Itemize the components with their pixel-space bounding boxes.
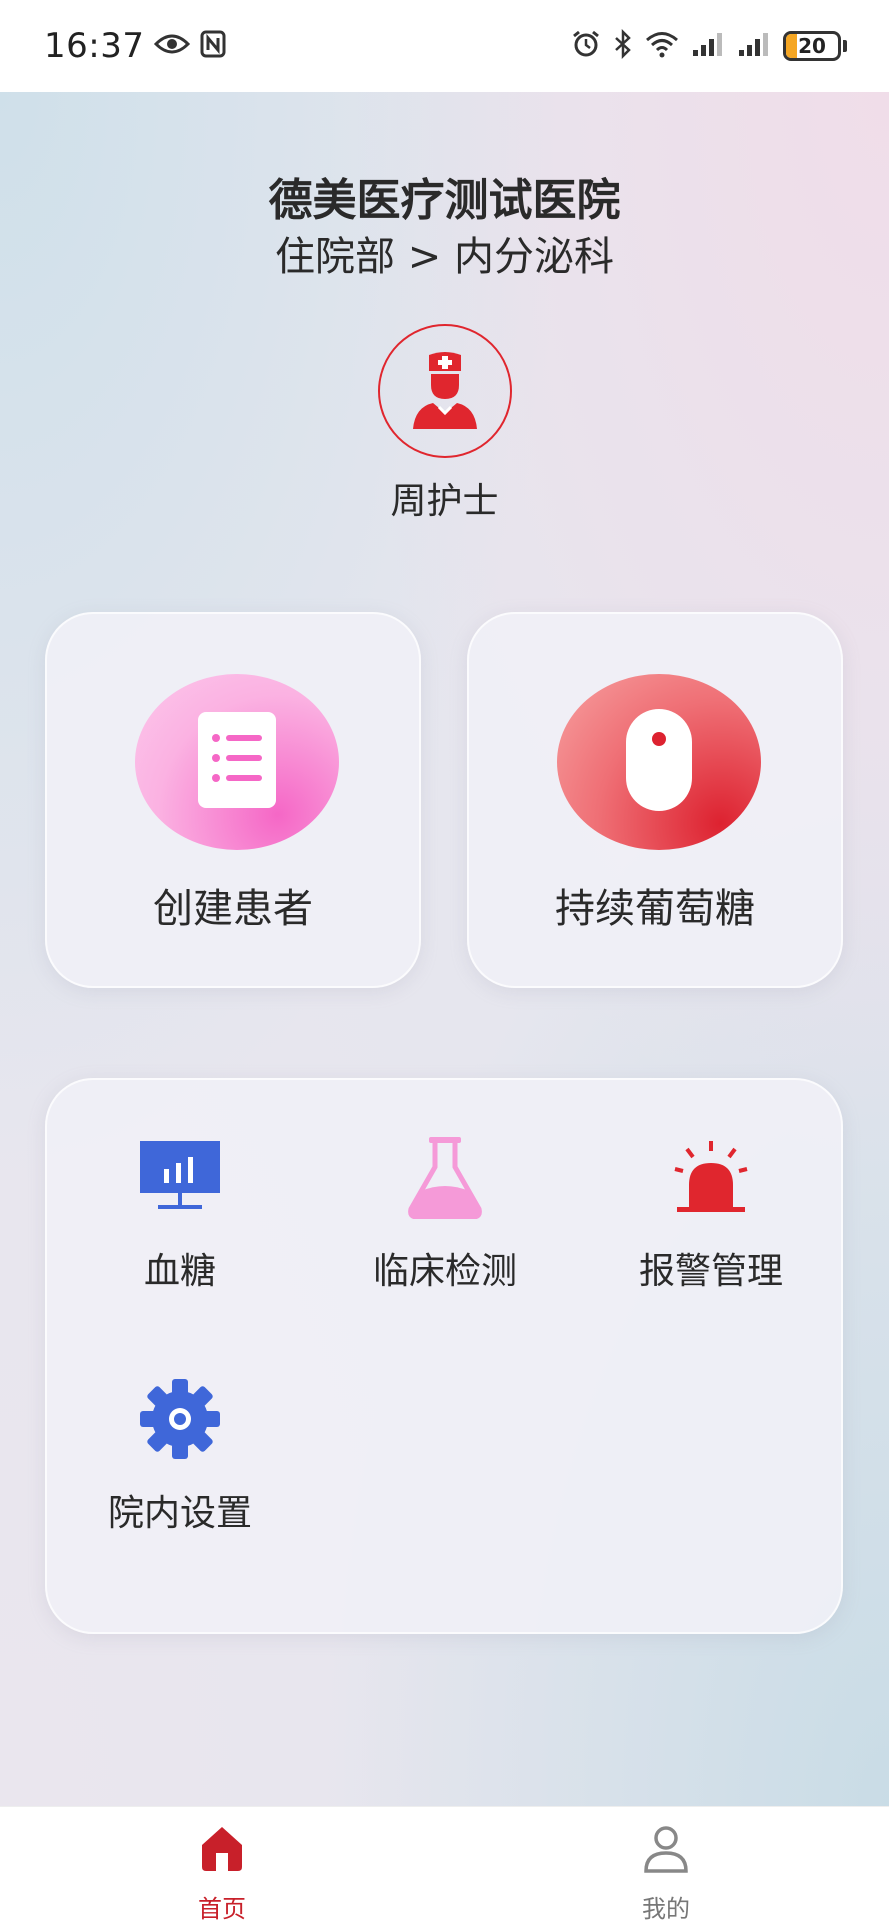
main-content: 德美医疗测试医院 住院部 > 内分泌科 周护士 创建患者 持续葡萄糖 血糖 临床…: [0, 92, 889, 1806]
menu-item-label: 临床检测: [372, 1251, 517, 1292]
avatar[interactable]: [378, 324, 512, 458]
hospital-name: 德美医疗测试医院: [268, 175, 621, 226]
menu-item-hospital-settings[interactable]: 院内设置: [80, 1374, 280, 1554]
status-left: 16:37: [44, 26, 226, 66]
alarm-light-icon: [666, 1132, 756, 1222]
battery-tip: [843, 40, 847, 52]
nurse-name: 周护士: [390, 481, 499, 522]
menu-item-label: 血糖: [143, 1251, 216, 1292]
flask-icon: [400, 1132, 490, 1222]
status-right: 20: [571, 28, 847, 63]
department-path[interactable]: 住院部 > 内分泌科: [0, 224, 889, 282]
function-menu: 血糖 临床检测 报警管理 院内设置: [45, 1078, 843, 1634]
menu-item-blood-glucose[interactable]: 血糖: [80, 1132, 280, 1312]
gear-icon: [135, 1374, 225, 1464]
nav-label-home: 首页: [198, 1895, 246, 1920]
eye-icon: [154, 32, 191, 60]
cgm-sensor-icon: [624, 707, 694, 817]
battery-level: 20: [798, 34, 826, 58]
menu-item-clinical-test[interactable]: 临床检测: [345, 1132, 545, 1312]
patient-list-icon: [196, 710, 278, 814]
signal-icon: [737, 30, 771, 62]
cgm-label: 持续葡萄糖: [555, 886, 755, 932]
nurse-icon: [409, 349, 481, 433]
battery-icon: 20: [783, 31, 841, 61]
create-patient-label: 创建患者: [153, 886, 313, 932]
alarm-icon: [571, 29, 601, 63]
wifi-icon: [645, 30, 679, 62]
nfc-icon: [200, 30, 226, 62]
menu-item-alarm-management[interactable]: 报警管理: [611, 1132, 811, 1312]
status-time: 16:37: [44, 26, 145, 66]
nav-item-mine[interactable]: 我的: [586, 1825, 746, 1920]
menu-item-label: 报警管理: [638, 1251, 783, 1292]
bluetooth-icon: [613, 28, 633, 63]
monitor-chart-icon: [135, 1132, 225, 1222]
signal-icon: [691, 30, 725, 62]
status-bar: 16:37 20: [0, 0, 889, 92]
user-icon: [642, 1825, 690, 1877]
cgm-card[interactable]: 持续葡萄糖: [467, 612, 843, 988]
home-icon: [200, 1825, 244, 1875]
nav-label-mine: 我的: [642, 1895, 690, 1920]
create-patient-card[interactable]: 创建患者: [45, 612, 421, 988]
create-patient-icon-bg: [135, 674, 339, 850]
cgm-icon-bg: [557, 674, 761, 850]
bottom-navigation: 首页 我的: [0, 1806, 889, 1920]
nav-item-home[interactable]: 首页: [142, 1825, 302, 1920]
menu-item-label: 院内设置: [107, 1493, 252, 1534]
